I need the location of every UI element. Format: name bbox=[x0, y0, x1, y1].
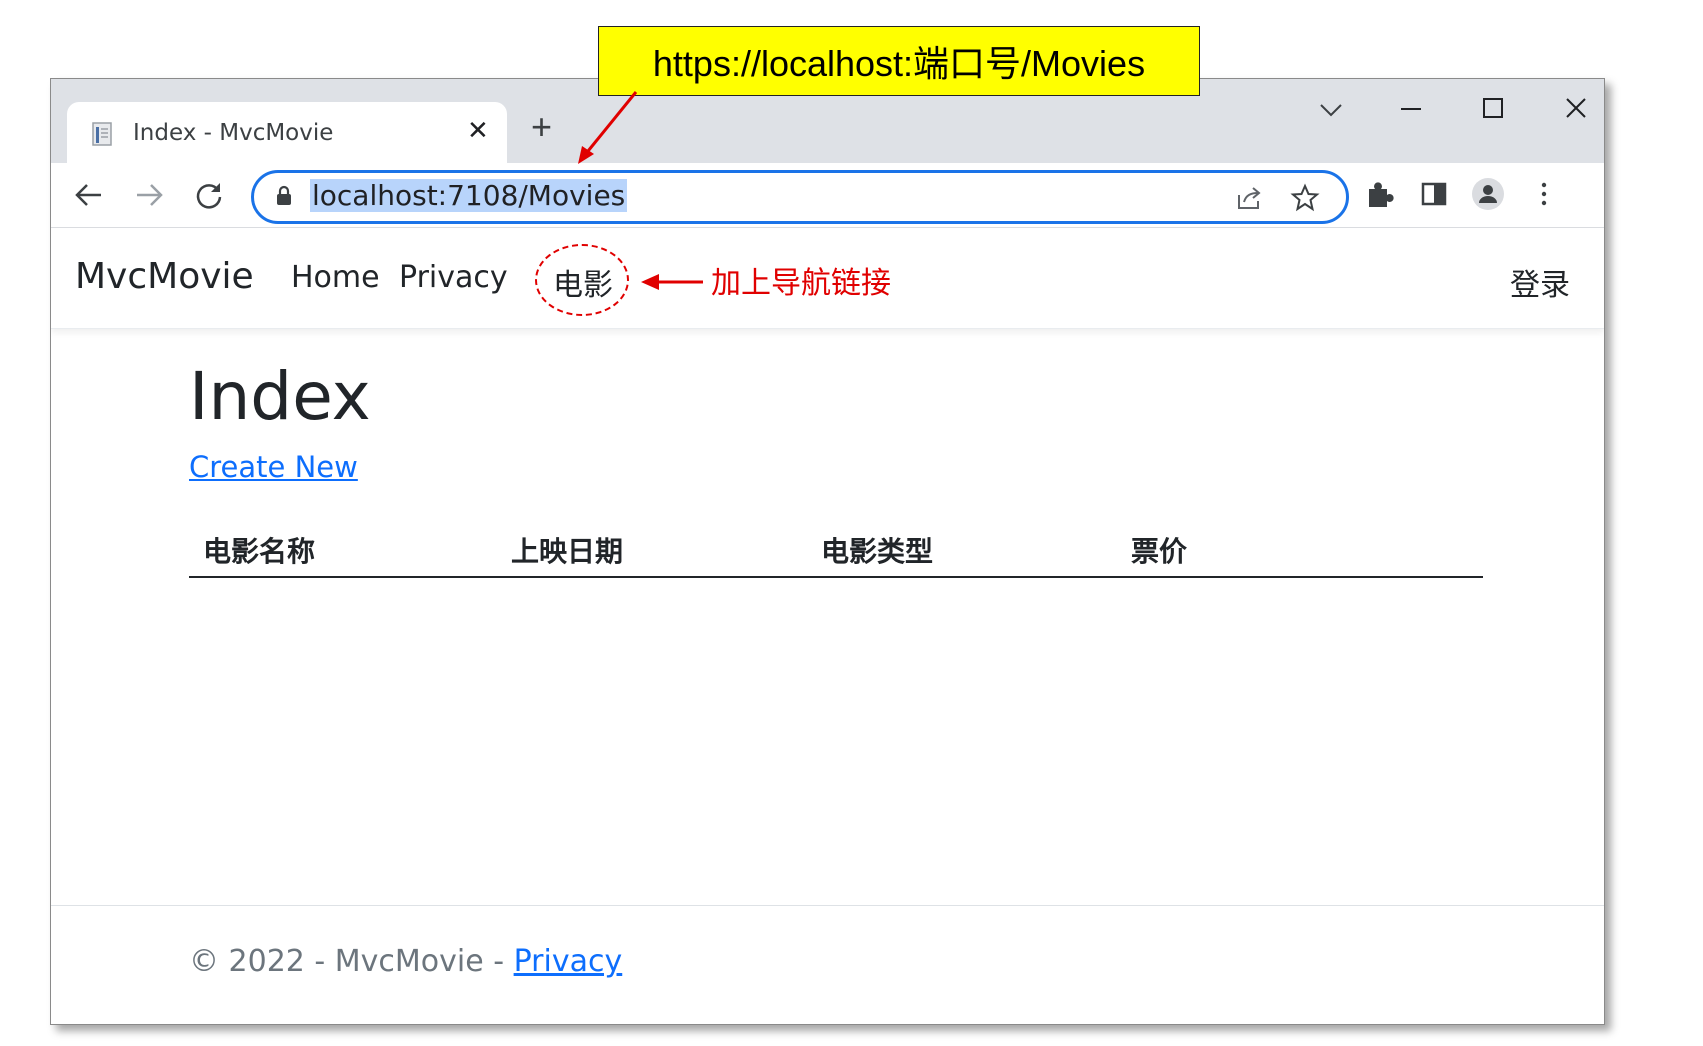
side-panel-icon[interactable] bbox=[1417, 177, 1451, 211]
browser-tab[interactable]: Index - MvcMovie ✕ bbox=[67, 102, 507, 163]
web-page: MvcMovie Home Privacy 电影 加上导航链接 登录 Index… bbox=[51, 228, 1604, 1024]
close-tab-icon[interactable]: ✕ bbox=[467, 115, 489, 146]
browser-window: Index - MvcMovie ✕ + localhost:7108/Movi… bbox=[50, 78, 1605, 1025]
create-new-link[interactable]: Create New bbox=[189, 450, 358, 484]
column-header: 票价 bbox=[1131, 536, 1188, 567]
profile-avatar-icon[interactable] bbox=[1471, 177, 1505, 211]
tab-title: Index - MvcMovie bbox=[133, 120, 334, 146]
highlight-circle bbox=[535, 244, 629, 316]
close-window-icon[interactable] bbox=[1547, 89, 1605, 129]
more-menu-icon[interactable] bbox=[1527, 177, 1561, 211]
nav-link-privacy[interactable]: Privacy bbox=[399, 260, 508, 295]
back-arrow-icon[interactable] bbox=[71, 177, 107, 213]
callout-arrow-icon bbox=[578, 91, 638, 164]
site-brand[interactable]: MvcMovie bbox=[75, 256, 254, 297]
url-callout: https://localhost:端口号/Movies bbox=[598, 26, 1200, 96]
nav-annotation: 加上导航链接 bbox=[711, 267, 891, 300]
column-header: 电影名称 bbox=[203, 536, 316, 567]
minimize-icon[interactable] bbox=[1381, 89, 1441, 129]
footer-privacy-link[interactable]: Privacy bbox=[514, 944, 623, 979]
site-navbar: MvcMovie Home Privacy 电影 加上导航链接 登录 bbox=[51, 228, 1604, 329]
column-header: 电影类型 bbox=[821, 536, 934, 567]
column-header: 上映日期 bbox=[511, 536, 624, 567]
maximize-icon[interactable] bbox=[1463, 89, 1523, 129]
reload-icon[interactable] bbox=[191, 177, 227, 213]
address-bar[interactable]: localhost:7108/Movies bbox=[251, 170, 1349, 224]
footer-text: © 2022 - MvcMovie - Privacy bbox=[189, 944, 622, 979]
extensions-puzzle-icon[interactable] bbox=[1363, 177, 1397, 211]
share-icon[interactable] bbox=[1234, 183, 1264, 213]
new-tab-icon[interactable]: + bbox=[531, 109, 552, 145]
tab-search-icon[interactable] bbox=[1301, 89, 1361, 129]
forward-arrow-icon[interactable] bbox=[131, 177, 167, 213]
movies-table-header: 电影名称 上映日期 电影类型 票价 bbox=[189, 516, 1483, 578]
lock-icon[interactable] bbox=[274, 185, 294, 207]
url-text[interactable]: localhost:7108/Movies bbox=[310, 179, 628, 212]
nav-link-home[interactable]: Home bbox=[291, 260, 380, 295]
document-icon bbox=[92, 122, 112, 146]
browser-toolbar: localhost:7108/Movies bbox=[51, 163, 1604, 228]
bookmark-star-icon[interactable] bbox=[1290, 183, 1320, 213]
login-link[interactable]: 登录 bbox=[1510, 260, 1570, 304]
annotation-arrow-icon bbox=[641, 274, 703, 290]
site-footer: © 2022 - MvcMovie - Privacy bbox=[51, 905, 1604, 1024]
footer-copyright: © 2022 - MvcMovie - bbox=[189, 944, 514, 979]
page-title: Index bbox=[189, 358, 371, 435]
